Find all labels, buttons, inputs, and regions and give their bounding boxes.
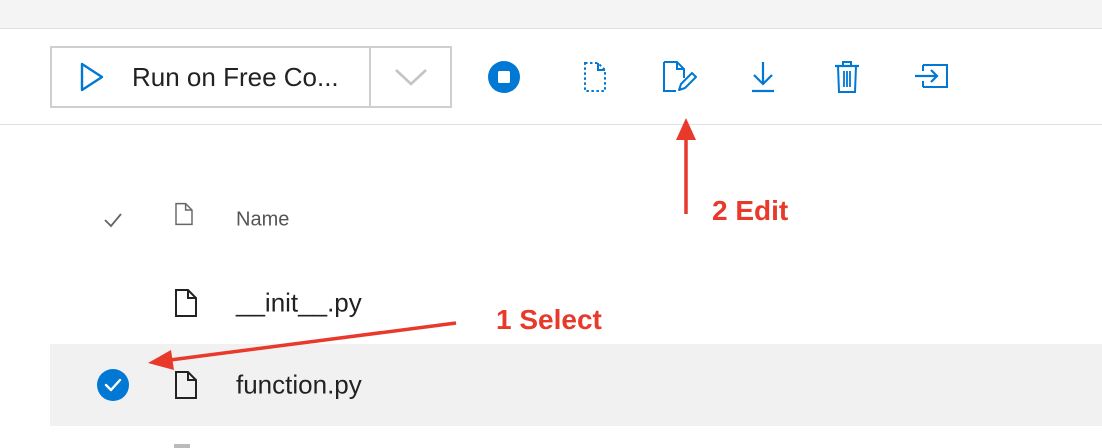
delete-button[interactable]	[829, 59, 865, 95]
file-icon	[175, 289, 197, 317]
download-icon	[752, 62, 774, 93]
chevron-down-icon	[394, 69, 427, 86]
edit-file-button[interactable]	[661, 59, 697, 95]
edit-annotation-label: 2 Edit	[712, 195, 789, 226]
file-name[interactable]: function.py	[236, 370, 362, 401]
stop-button[interactable]	[486, 59, 522, 95]
toolbar: Run on Free Co...	[0, 29, 1102, 125]
checkmark-icon	[104, 213, 122, 228]
file-name[interactable]: __init__.py	[236, 288, 362, 319]
file-row-partial	[50, 426, 1102, 448]
row-checkbox[interactable]	[96, 368, 130, 402]
top-strip	[0, 0, 1102, 29]
edit-file-icon	[663, 61, 697, 92]
play-icon	[80, 62, 104, 92]
new-file-icon	[584, 62, 606, 92]
run-split-button: Run on Free Co...	[50, 46, 452, 108]
run-dropdown-button[interactable]	[371, 48, 450, 106]
stop-icon	[488, 61, 520, 93]
delete-icon	[835, 61, 859, 93]
name-column-header[interactable]: Name	[236, 209, 289, 232]
select-all-checkbox[interactable]	[96, 203, 130, 237]
select-annotation-label: 1 Select	[496, 304, 602, 335]
list-header: Name	[50, 190, 1102, 250]
download-button[interactable]	[745, 59, 781, 95]
run-button[interactable]: Run on Free Co...	[52, 48, 371, 106]
file-icon-partial	[174, 444, 190, 448]
run-label: Run on Free Co...	[132, 61, 339, 92]
file-type-header-icon	[175, 202, 193, 226]
move-icon	[915, 64, 948, 88]
file-icon	[175, 371, 197, 399]
move-button[interactable]	[913, 59, 949, 95]
file-row-function[interactable]: function.py	[50, 344, 1102, 426]
new-file-button[interactable]	[577, 59, 613, 95]
checked-circle-icon	[97, 369, 129, 401]
